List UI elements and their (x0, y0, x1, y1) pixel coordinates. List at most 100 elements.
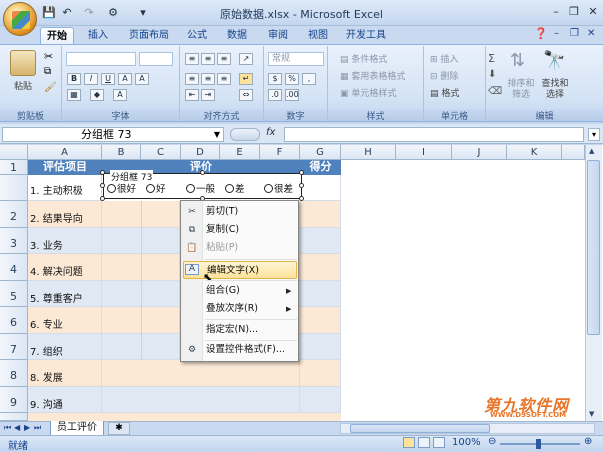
cut-icon[interactable]: ✂ (44, 50, 53, 63)
grow-font-icon[interactable]: A (118, 73, 132, 85)
fill-color-icon[interactable]: ◆ (90, 89, 104, 101)
number-format-box[interactable]: 常规 (268, 52, 324, 66)
tab-page-layout[interactable]: 页面布局 (123, 27, 175, 44)
ribbon-close-icon[interactable]: ✕ (587, 28, 595, 39)
page-layout-view-icon[interactable] (418, 437, 430, 448)
tab-home[interactable]: 开始 (40, 27, 74, 44)
cell-g2[interactable] (299, 201, 341, 228)
col-header-k[interactable]: K (507, 145, 562, 160)
tab-insert[interactable]: 插入 (82, 27, 114, 44)
row-header-9[interactable]: 9 (0, 387, 28, 413)
format-painter-icon[interactable]: 🖌 (44, 82, 57, 93)
fill-icon[interactable]: ⬇ (488, 69, 496, 80)
menu-item-copy[interactable]: 复制(C) (203, 221, 297, 239)
menu-item-assign-macro[interactable]: 指定宏(N)... (203, 321, 297, 339)
paste-label[interactable]: 粘贴 (14, 79, 32, 92)
align-left-icon[interactable]: ≡ (185, 73, 199, 85)
header-cell-g[interactable]: 得分 (300, 160, 341, 175)
tab-view[interactable]: 视图 (302, 27, 334, 44)
col-header-f[interactable]: F (260, 145, 300, 160)
copy-icon[interactable]: ⧉ (44, 66, 51, 77)
font-name-box[interactable] (66, 52, 136, 66)
cell-a2[interactable]: 2. 结果导向 (28, 201, 102, 228)
resize-handle[interactable] (299, 196, 304, 201)
currency-icon[interactable]: $ (268, 73, 282, 85)
sort-filter-icon[interactable]: ⇅ (510, 50, 525, 71)
cell-a7[interactable]: 7. 组织 (28, 334, 102, 360)
clear-icon[interactable]: ⌫ (488, 86, 502, 97)
menu-item-paste[interactable]: 粘贴(P) (203, 239, 297, 257)
restore-icon[interactable]: ❐ (565, 4, 583, 20)
cell-g4[interactable] (299, 254, 341, 281)
merge-center-icon[interactable]: ⇔ (239, 89, 253, 101)
zoom-slider-thumb[interactable] (536, 439, 541, 449)
increase-indent-icon[interactable]: ⇥ (201, 89, 215, 101)
orientation-icon[interactable]: ↗ (239, 53, 253, 65)
cell-g5[interactable] (299, 281, 341, 307)
row-header-6[interactable]: 6 (0, 307, 28, 334)
wrap-text-icon[interactable]: ↵ (239, 73, 253, 85)
row-header-4[interactable]: 4 (0, 254, 28, 281)
row-header-8[interactable]: 8 (0, 360, 28, 387)
col-header-j[interactable]: J (452, 145, 507, 160)
align-top-icon[interactable]: ≡ (185, 53, 199, 65)
tab-review[interactable]: 审阅 (262, 27, 294, 44)
cell-a1[interactable]: 1. 主动积极 (28, 175, 102, 201)
next-sheet-icon[interactable]: ▶ (24, 423, 30, 432)
col-header-a[interactable]: A (28, 145, 102, 160)
tab-developer[interactable]: 开发工具 (340, 27, 392, 44)
font-size-box[interactable] (139, 52, 173, 66)
zoom-in-icon[interactable]: ⊕ (584, 436, 592, 447)
horizontal-scroll-thumb[interactable] (350, 424, 490, 433)
insert-function-icon[interactable]: fx (266, 127, 275, 138)
radio-option-5[interactable]: 很差 (264, 181, 293, 195)
cell-g9[interactable] (300, 387, 341, 413)
cell-a5[interactable]: 5. 尊重客户 (28, 281, 102, 307)
menu-item-edit-text[interactable]: 编辑文字(X) (183, 261, 297, 279)
chevron-down-icon[interactable]: ▼ (214, 128, 220, 141)
cell-g1[interactable] (300, 175, 341, 201)
insert-sheet-icon[interactable]: ✱ (108, 422, 130, 435)
menu-item-cut[interactable]: 剪切(T) (203, 203, 297, 221)
col-header-g[interactable]: G (300, 145, 341, 160)
cell-g7[interactable] (299, 334, 341, 360)
cells-insert[interactable]: ⊞ 插入 (430, 52, 458, 65)
first-sheet-icon[interactable]: ⏮ (4, 423, 11, 433)
menu-item-order[interactable]: 叠放次序(R) (203, 300, 297, 318)
find-select-icon[interactable]: 🔭 (543, 50, 565, 71)
align-right-icon[interactable]: ≡ (217, 73, 231, 85)
resize-handle[interactable] (100, 170, 105, 175)
menu-item-group[interactable]: 组合(G) (203, 282, 297, 300)
resize-handle[interactable] (200, 170, 205, 175)
increase-decimal-icon[interactable]: .0 (268, 89, 282, 101)
formula-input[interactable] (284, 127, 584, 142)
cell-a6[interactable]: 6. 专业 (28, 307, 102, 334)
col-header-e[interactable]: E (220, 145, 260, 160)
italic-icon[interactable]: I (84, 73, 98, 85)
row-header-7[interactable]: 7 (0, 334, 28, 360)
cells-format[interactable]: ▤ 格式 (430, 86, 459, 99)
row-header-3[interactable]: 3 (0, 228, 28, 254)
sort-filter-label[interactable]: 排序和筛选 (507, 79, 535, 101)
style-conditional-format[interactable]: ▤ 条件格式 (340, 52, 387, 65)
tab-formulas[interactable]: 公式 (181, 27, 213, 44)
col-header-h[interactable]: H (341, 145, 396, 160)
cell-a3[interactable]: 3. 业务 (28, 228, 102, 254)
font-color-icon[interactable]: A (113, 89, 127, 101)
zoom-level[interactable]: 100% (452, 437, 481, 448)
percent-icon[interactable]: % (285, 73, 299, 85)
normal-view-icon[interactable] (403, 437, 415, 448)
last-sheet-icon[interactable]: ⏭ (34, 423, 41, 433)
align-center-icon[interactable]: ≡ (201, 73, 215, 85)
office-button[interactable] (3, 2, 37, 36)
sheet-tab[interactable]: 员工评价 (50, 421, 104, 436)
cell-b9[interactable] (102, 387, 300, 413)
minimize-icon[interactable]: – (547, 4, 565, 20)
ribbon-minimize-icon[interactable]: – (554, 28, 559, 39)
row-header-10[interactable] (0, 413, 28, 421)
shrink-font-icon[interactable]: A (135, 73, 149, 85)
cells-delete[interactable]: ⊟ 删除 (430, 69, 458, 82)
cell-a4[interactable]: 4. 解决问题 (28, 254, 102, 281)
bold-icon[interactable]: B (67, 73, 81, 85)
align-middle-icon[interactable]: ≡ (201, 53, 215, 65)
